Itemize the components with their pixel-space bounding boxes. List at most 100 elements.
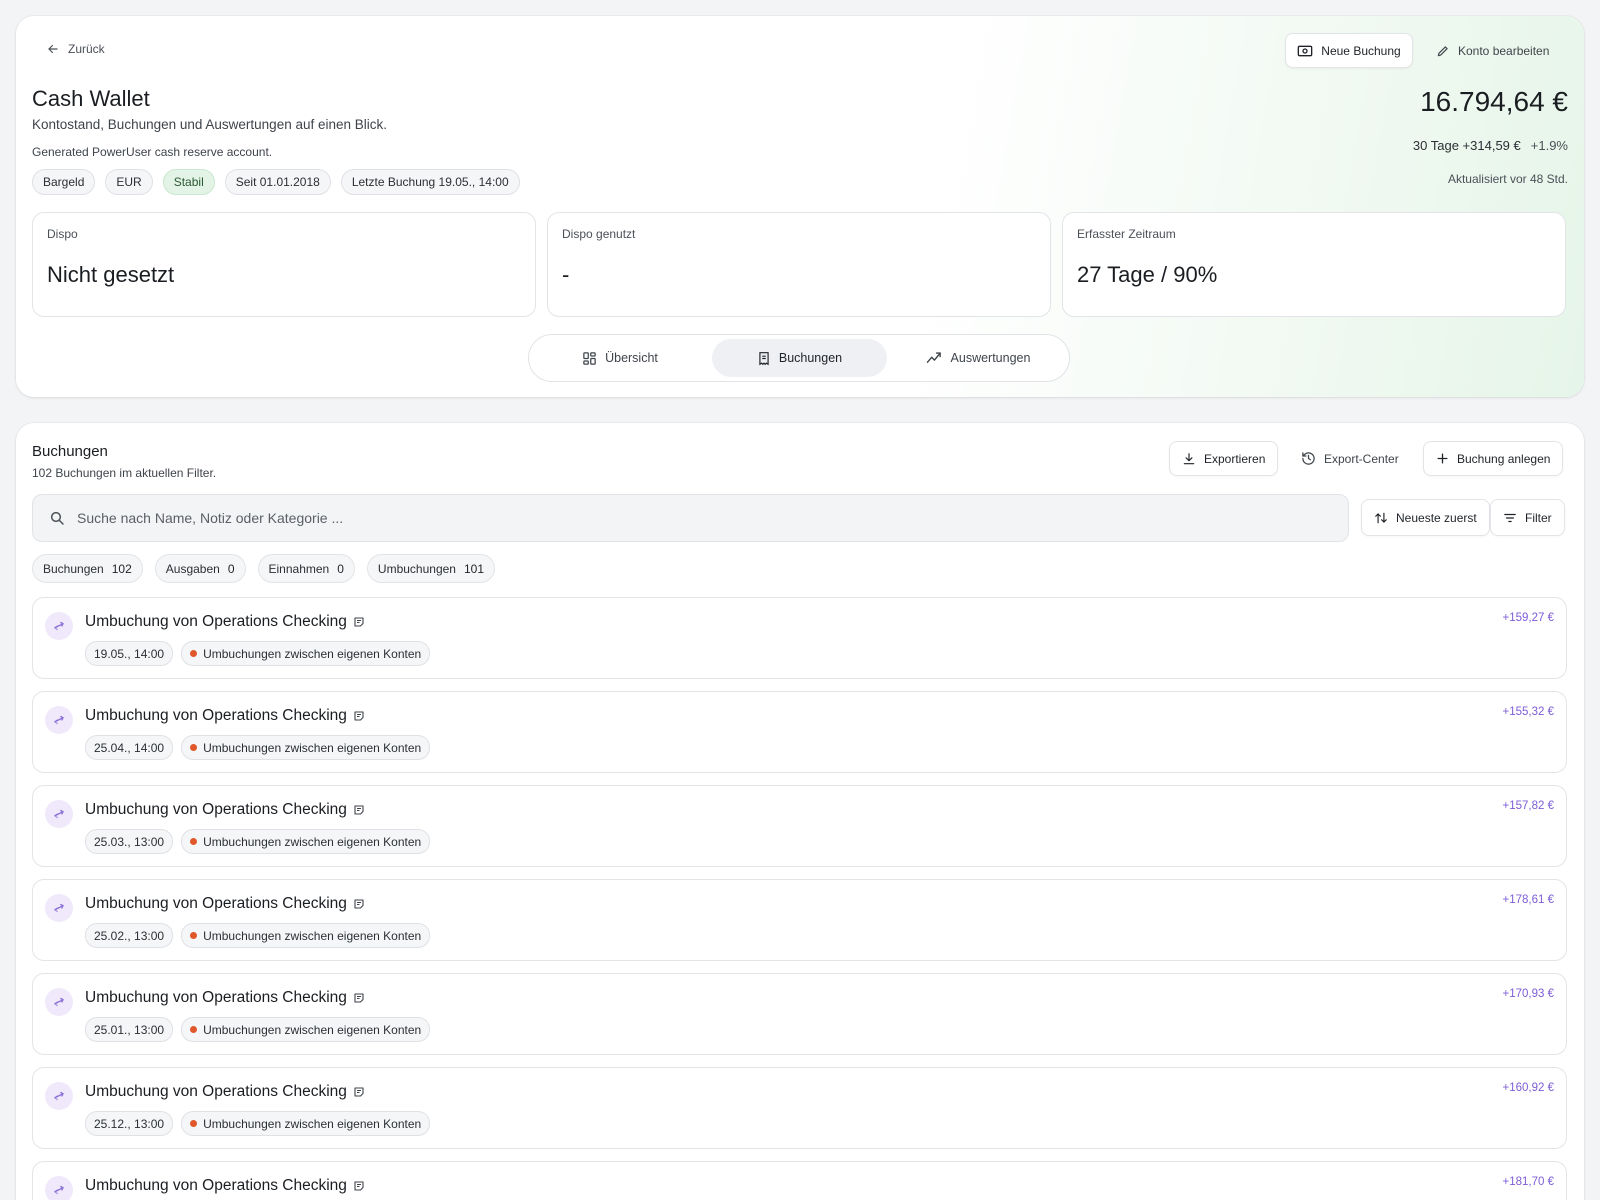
history-icon — [1301, 451, 1316, 466]
chip-status: Stabil — [162, 169, 215, 195]
add-booking-label: Buchung anlegen — [1457, 451, 1551, 466]
booking-title: Umbuchung von Operations Checking — [85, 613, 347, 630]
booking-amount: +181,70 € — [1502, 1176, 1554, 1188]
booking-category: Umbuchungen zwischen eigenen Konten — [181, 641, 431, 666]
category-dot — [190, 1026, 198, 1033]
chip-label: Einnahmen — [268, 561, 330, 576]
category-label: Umbuchungen zwischen eigenen Konten — [203, 740, 422, 755]
stat-value: Nicht gesetzt — [47, 262, 175, 287]
category-dot — [190, 838, 198, 845]
stat-card-dispo: Dispo Nicht gesetzt — [32, 212, 536, 317]
chip-currency: EUR — [105, 169, 153, 195]
filter-chips: Buchungen 102 Ausgaben 0 Einnahmen 0 Umb… — [32, 554, 495, 583]
booking-date: 25.04., 14:00 — [85, 735, 174, 760]
back-label: Zurück — [68, 42, 105, 56]
transfer-icon — [45, 1176, 73, 1200]
booking-row[interactable]: Umbuchung von Operations Checking 25.02.,… — [32, 879, 1567, 961]
filter-chip-all[interactable]: Buchungen 102 — [32, 554, 143, 583]
booking-title: Umbuchung von Operations Checking — [85, 801, 347, 818]
booking-row[interactable]: Umbuchung von Operations Checking 25.12.,… — [32, 1067, 1567, 1149]
plus-icon — [1436, 452, 1449, 465]
sort-arrows-icon — [1374, 511, 1388, 525]
export-button[interactable]: Exportieren — [1169, 441, 1279, 476]
note-icon — [353, 804, 365, 816]
booking-title: Umbuchung von Operations Checking — [85, 989, 347, 1006]
filter-button[interactable]: Filter — [1490, 499, 1565, 536]
stat-label: Dispo — [47, 227, 78, 241]
booking-title: Umbuchung von Operations Checking — [85, 895, 347, 912]
stat-value: - — [562, 262, 570, 287]
export-center-button[interactable]: Export-Center — [1288, 441, 1412, 476]
booking-row[interactable]: Umbuchung von Operations Checking 19.05.,… — [32, 597, 1567, 679]
back-link[interactable]: Zurück — [46, 42, 105, 56]
booking-meta: 25.12., 13:00 Umbuchungen zwischen eigene… — [85, 1111, 431, 1136]
chip-count: 0 — [227, 561, 235, 576]
tab-label: Buchungen — [778, 351, 843, 365]
transfer-icon — [45, 800, 73, 828]
bookings-card: Buchungen 102 Buchungen im aktuellen Fil… — [16, 423, 1584, 1200]
booking-date: 25.03., 13:00 — [85, 829, 174, 854]
note-icon — [353, 992, 365, 1004]
booking-category: Umbuchungen zwischen eigenen Konten — [181, 1017, 431, 1042]
booking-row[interactable]: Umbuchung von Operations Checking 25.03.,… — [32, 785, 1567, 867]
tab-overview[interactable]: Übersicht — [533, 339, 707, 377]
booking-title-line: Umbuchung von Operations Checking — [85, 801, 365, 819]
booking-category: Umbuchungen zwischen eigenen Konten — [181, 735, 431, 760]
booking-category: Umbuchungen zwischen eigenen Konten — [181, 923, 431, 948]
booking-meta: 19.05., 14:00 Umbuchungen zwischen eigene… — [85, 641, 431, 666]
stat-value: 27 Tage / 90% — [1077, 262, 1218, 287]
transfer-icon — [45, 1082, 73, 1110]
booking-row[interactable]: Umbuchung von Operations Checking +181,70… — [32, 1161, 1567, 1200]
tab-analytics[interactable]: Auswertungen — [891, 339, 1065, 377]
category-label: Umbuchungen zwischen eigenen Konten — [203, 646, 422, 661]
page-title: Cash Wallet — [32, 86, 150, 111]
filter-chip-transfers[interactable]: Umbuchungen 101 — [366, 554, 495, 583]
search-input[interactable] — [77, 510, 1348, 526]
booking-category: Umbuchungen zwischen eigenen Konten — [181, 829, 431, 854]
booking-meta: 25.01., 13:00 Umbuchungen zwischen eigene… — [85, 1017, 431, 1042]
booking-date: 25.12., 13:00 — [85, 1111, 174, 1136]
edit-account-button[interactable]: Konto bearbeiten — [1436, 33, 1549, 68]
grid-icon — [582, 351, 597, 366]
filter-label: Filter — [1525, 510, 1552, 525]
sort-button[interactable]: Neueste zuerst — [1361, 499, 1490, 536]
account-description: Generated PowerUser cash reserve account… — [32, 145, 273, 159]
chip-label: Buchungen — [43, 561, 104, 576]
tab-label: Auswertungen — [950, 351, 1031, 365]
booking-title: Umbuchung von Operations Checking — [85, 707, 347, 724]
pencil-icon — [1436, 44, 1450, 58]
bookings-title: Buchungen — [32, 443, 108, 460]
cash-icon — [1297, 44, 1313, 58]
stat-card-dispo-used: Dispo genutzt - — [547, 212, 1051, 317]
sort-label: Neueste zuerst — [1396, 510, 1477, 525]
chip-last-booking: Letzte Buchung 19.05., 14:00 — [340, 169, 520, 195]
download-icon — [1182, 452, 1196, 466]
add-booking-button[interactable]: Buchung anlegen — [1423, 441, 1564, 476]
account-chips: Bargeld EUR Stabil Seit 01.01.2018 Letzt… — [32, 169, 520, 195]
account-header-card: Zurück Cash Wallet Kontostand, Buchungen… — [16, 16, 1584, 397]
category-dot — [190, 650, 198, 657]
booking-date: 25.01., 13:00 — [85, 1017, 174, 1042]
transfer-icon — [45, 612, 73, 640]
booking-amount: +159,27 € — [1502, 612, 1554, 624]
booking-row[interactable]: Umbuchung von Operations Checking 25.04.,… — [32, 691, 1567, 773]
delta-value: 30 Tage +314,59 € — [1412, 138, 1521, 153]
category-label: Umbuchungen zwischen eigenen Konten — [203, 1022, 422, 1037]
filter-chip-income[interactable]: Einnahmen 0 — [257, 554, 355, 583]
export-label: Exportieren — [1204, 451, 1266, 466]
chip-label: Ausgaben — [165, 561, 220, 576]
chip-count: 0 — [337, 561, 344, 576]
delta-percent: +1.9% — [1530, 138, 1568, 153]
booking-amount: +155,32 € — [1502, 706, 1554, 718]
booking-title-line: Umbuchung von Operations Checking — [85, 895, 365, 913]
filter-chip-expenses[interactable]: Ausgaben 0 — [154, 554, 246, 583]
chip-label: Umbuchungen — [377, 561, 456, 576]
filter-lines-icon — [1503, 512, 1517, 524]
category-label: Umbuchungen zwischen eigenen Konten — [203, 1116, 422, 1131]
booking-amount: +170,93 € — [1502, 988, 1554, 1000]
search-box — [32, 494, 1349, 542]
new-booking-button[interactable]: Neue Buchung — [1285, 33, 1413, 68]
tab-bookings[interactable]: Buchungen — [712, 339, 887, 377]
booking-row[interactable]: Umbuchung von Operations Checking 25.01.,… — [32, 973, 1567, 1055]
page-subtitle: Kontostand, Buchungen und Auswertungen a… — [32, 117, 388, 132]
